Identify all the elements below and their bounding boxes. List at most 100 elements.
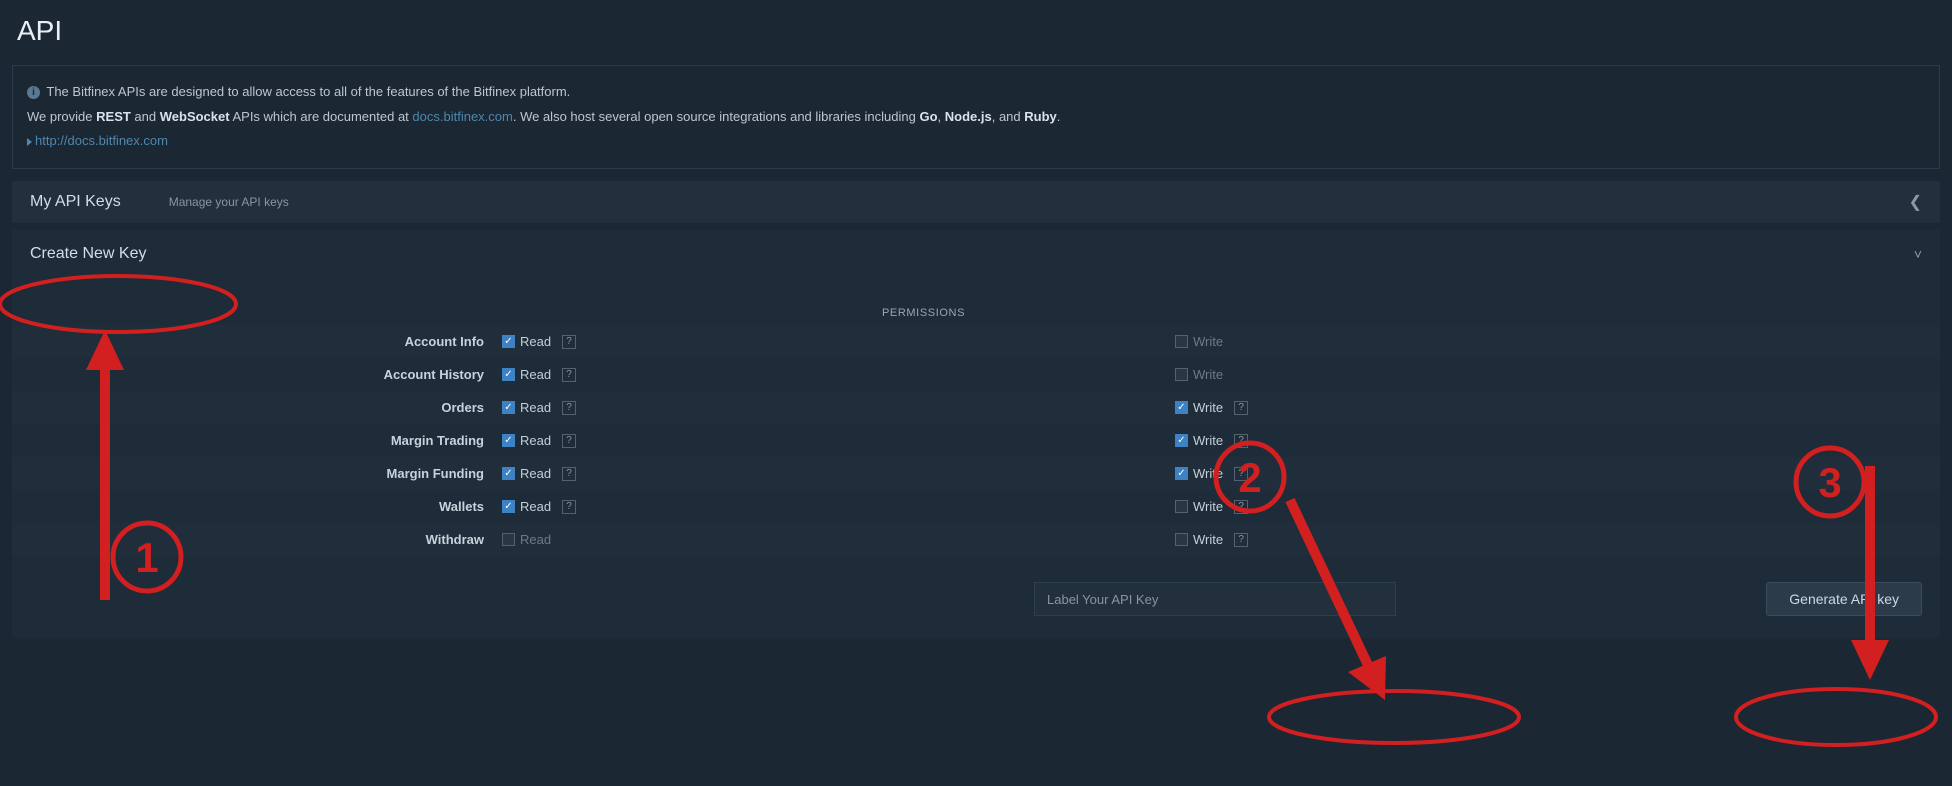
- help-icon[interactable]: ?: [562, 368, 576, 382]
- info-line-3: http://docs.bitfinex.com: [27, 129, 1925, 154]
- permission-read-toggle[interactable]: Read?: [502, 367, 576, 382]
- permission-write-cell: Write?: [1175, 433, 1940, 448]
- checkbox-icon[interactable]: [1175, 500, 1188, 513]
- info-text-1: The Bitfinex APIs are designed to allow …: [46, 84, 570, 99]
- permission-write-toggle[interactable]: Write?: [1175, 433, 1248, 448]
- permission-write-toggle[interactable]: Write?: [1175, 466, 1248, 481]
- checkbox-icon[interactable]: [502, 434, 515, 447]
- checkbox-icon[interactable]: [1175, 401, 1188, 414]
- help-icon[interactable]: ?: [1234, 533, 1248, 547]
- permission-row: Withdraw Read Write?: [12, 523, 1940, 556]
- permission-read-cell: Read: [502, 532, 1175, 547]
- permission-read-toggle: Read: [502, 532, 551, 547]
- permission-read-cell: Read?: [502, 334, 1175, 349]
- permission-read-label: Read: [520, 400, 551, 415]
- checkbox-icon[interactable]: [1175, 434, 1188, 447]
- permission-write-toggle[interactable]: Write?: [1175, 499, 1248, 514]
- caret-right-icon: [27, 138, 32, 146]
- help-icon[interactable]: ?: [562, 467, 576, 481]
- create-key-footer: Generate API key: [12, 582, 1940, 616]
- chevron-left-icon[interactable]: ❮: [1909, 192, 1922, 212]
- checkbox-icon[interactable]: [502, 467, 515, 480]
- checkbox-icon: [1175, 368, 1188, 381]
- permission-write-cell: Write: [1175, 367, 1940, 382]
- create-new-key-header[interactable]: Create New Key ˅: [12, 230, 1940, 267]
- permission-read-toggle[interactable]: Read?: [502, 466, 576, 481]
- permission-row: Margin FundingRead?Write?: [12, 457, 1940, 490]
- info-text-pre: We provide: [27, 109, 96, 124]
- info-bold-go: Go: [919, 109, 937, 124]
- permission-write-toggle[interactable]: Write?: [1175, 532, 1248, 547]
- checkbox-icon[interactable]: [502, 401, 515, 414]
- info-comma2: , and: [992, 109, 1025, 124]
- permission-write-cell: Write?: [1175, 532, 1940, 547]
- permission-write-label: Write: [1193, 532, 1223, 547]
- info-panel: i The Bitfinex APIs are designed to allo…: [12, 65, 1940, 169]
- permission-read-cell: Read?: [502, 466, 1175, 481]
- help-icon[interactable]: ?: [1234, 434, 1248, 448]
- docs-link-inline[interactable]: docs.bitfinex.com: [412, 109, 512, 124]
- checkbox-icon[interactable]: [1175, 533, 1188, 546]
- help-icon[interactable]: ?: [1234, 500, 1248, 514]
- permission-read-cell: Read?: [502, 400, 1175, 415]
- permission-read-label: Read: [520, 532, 551, 547]
- generate-api-key-button[interactable]: Generate API key: [1766, 582, 1922, 616]
- permission-label: Wallets: [12, 499, 502, 514]
- permission-read-toggle[interactable]: Read?: [502, 499, 576, 514]
- help-icon[interactable]: ?: [1234, 467, 1248, 481]
- permissions-column-header: PERMISSIONS: [882, 307, 965, 319]
- permission-write-toggle: Write: [1175, 334, 1223, 349]
- permission-read-cell: Read?: [502, 499, 1175, 514]
- info-dot: .: [1057, 109, 1061, 124]
- chevron-down-icon[interactable]: ˅: [1914, 246, 1922, 262]
- checkbox-icon[interactable]: [1175, 467, 1188, 480]
- permission-write-cell: Write?: [1175, 499, 1940, 514]
- permission-write-toggle: Write: [1175, 367, 1223, 382]
- help-icon[interactable]: ?: [562, 401, 576, 415]
- info-bold-rest: REST: [96, 109, 131, 124]
- permission-row: WalletsRead?Write?: [12, 490, 1940, 523]
- checkbox-icon: [502, 533, 515, 546]
- help-icon[interactable]: ?: [562, 335, 576, 349]
- help-icon[interactable]: ?: [562, 500, 576, 514]
- permission-read-toggle[interactable]: Read?: [502, 400, 576, 415]
- permission-write-toggle[interactable]: Write?: [1175, 400, 1248, 415]
- permissions-header-row: PERMISSIONS: [12, 301, 1940, 325]
- permission-read-label: Read: [520, 367, 551, 382]
- permission-write-label: Write: [1193, 334, 1223, 349]
- checkbox-icon: [1175, 335, 1188, 348]
- checkbox-icon[interactable]: [502, 368, 515, 381]
- permission-read-cell: Read?: [502, 367, 1175, 382]
- permission-label: Orders: [12, 400, 502, 415]
- help-icon[interactable]: ?: [562, 434, 576, 448]
- permission-row: Account InfoRead?Write: [12, 325, 1940, 358]
- permission-write-cell: Write: [1175, 334, 1940, 349]
- help-icon[interactable]: ?: [1234, 401, 1248, 415]
- create-new-key-panel: Create New Key ˅ PERMISSIONS Account Inf…: [12, 230, 1940, 638]
- my-api-keys-header[interactable]: My API Keys Manage your API keys ❮: [12, 181, 1940, 223]
- permission-label: Withdraw: [12, 532, 502, 547]
- info-line-2: We provide REST and WebSocket APIs which…: [27, 105, 1925, 130]
- permission-read-label: Read: [520, 499, 551, 514]
- permission-read-toggle[interactable]: Read?: [502, 433, 576, 448]
- docs-link-full[interactable]: http://docs.bitfinex.com: [35, 133, 168, 148]
- permission-write-label: Write: [1193, 367, 1223, 382]
- checkbox-icon[interactable]: [502, 500, 515, 513]
- info-bold-ruby: Ruby: [1024, 109, 1057, 124]
- page-title: API: [12, 15, 1940, 47]
- my-api-keys-subtitle: Manage your API keys: [169, 195, 289, 209]
- permission-label: Account Info: [12, 334, 502, 349]
- permission-write-label: Write: [1193, 433, 1223, 448]
- permission-label: Account History: [12, 367, 502, 382]
- create-new-key-title: Create New Key: [30, 245, 147, 263]
- permission-row: Margin TradingRead?Write?: [12, 424, 1940, 457]
- permission-read-toggle[interactable]: Read?: [502, 334, 576, 349]
- checkbox-icon[interactable]: [502, 335, 515, 348]
- permission-read-label: Read: [520, 466, 551, 481]
- api-key-label-input[interactable]: [1034, 582, 1396, 616]
- info-icon: i: [27, 86, 40, 99]
- permission-write-label: Write: [1193, 400, 1223, 415]
- permission-read-label: Read: [520, 334, 551, 349]
- permission-read-cell: Read?: [502, 433, 1175, 448]
- permission-write-label: Write: [1193, 499, 1223, 514]
